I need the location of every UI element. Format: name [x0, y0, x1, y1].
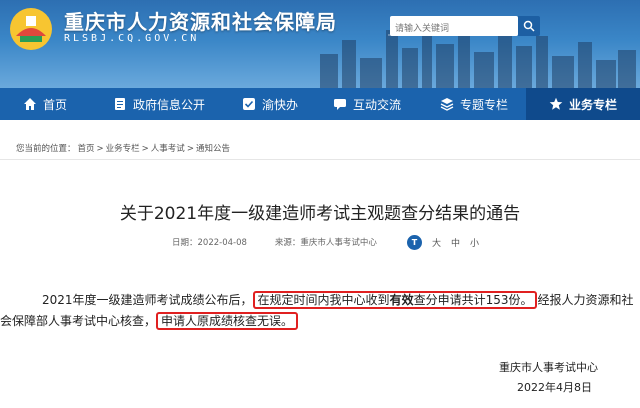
breadcrumb-separator: >	[141, 144, 149, 154]
breadcrumb-link-notices[interactable]: 通知公告	[196, 144, 230, 154]
article-date: 日期：2022-04-08	[172, 238, 247, 248]
breadcrumb-link-business[interactable]: 业务专栏	[106, 144, 140, 154]
highlight-text: 查分申请共计153份。	[413, 293, 533, 307]
nav-item-interaction[interactable]: 互动交流	[312, 88, 422, 120]
highlight-box: 申请人原成绩核查无误。	[156, 312, 299, 330]
breadcrumb-link-home[interactable]: 首页	[78, 144, 95, 154]
font-size-icon: T	[407, 235, 422, 250]
nav-label-interaction: 互动交流	[352, 97, 401, 112]
font-size-small-button[interactable]: 小	[470, 236, 479, 249]
article-source: 来源：重庆市人事考试中心	[274, 238, 377, 248]
search-button[interactable]	[518, 16, 540, 36]
nav-item-topics[interactable]: 专题专栏	[422, 88, 526, 120]
breadcrumb-link-exams[interactable]: 人事考试	[151, 144, 185, 154]
highlight-text: 申请人原成绩核查无误。	[161, 314, 294, 328]
chat-icon	[333, 99, 346, 110]
search-input[interactable]	[390, 19, 518, 39]
breadcrumb: 您当前的位置： 首页 > 业务专栏 > 人事考试 > 通知公告	[16, 142, 232, 154]
layers-icon	[440, 98, 454, 111]
nav-label-yukuaiban: 渝快办	[261, 97, 298, 112]
highlight-box: 在规定时间内我中心收到有效查分申请共计153份。	[252, 291, 538, 309]
site-domain: RLSBJ.CQ.GOV.CN	[64, 33, 200, 44]
document-icon	[114, 98, 125, 110]
home-icon	[23, 98, 36, 110]
logo-icon	[10, 8, 52, 50]
star-icon	[549, 97, 563, 110]
nav-item-gov-info[interactable]: 政府信息公开	[90, 88, 228, 120]
nav-item-yukuaiban[interactable]: 渝快办	[228, 88, 312, 120]
breadcrumb-separator: >	[96, 144, 104, 154]
nav-label-topics: 专题专栏	[459, 97, 508, 112]
article-paragraph-line-1: 2021年度一级建造师考试成绩公布后， 在规定时间内我中心收到有效查分申请共计15…	[42, 290, 634, 311]
nav-item-business[interactable]: 业务专栏	[526, 88, 640, 120]
city-skyline-image	[320, 22, 636, 88]
article-title: 关于2021年度一级建造师考试主观题查分结果的通告	[119, 204, 521, 224]
paragraph-text: 经报人力资源和社	[537, 293, 634, 307]
check-icon	[242, 98, 255, 110]
article-paragraph-line-2: 会保障部人事考试中心核查， 申请人原成绩核查无误。	[0, 311, 622, 332]
nav-label-business: 业务专栏	[568, 97, 617, 112]
paragraph-text: 2021年度一级建造师考试成绩公布后，	[42, 293, 253, 307]
divider	[0, 159, 640, 160]
article-meta: 日期：2022-04-08 来源：重庆市人事考试中心	[172, 236, 377, 248]
search-box	[390, 16, 518, 39]
paragraph-text: 会保障部人事考试中心核查，	[0, 314, 157, 328]
nav-item-home[interactable]: 首页	[0, 88, 90, 120]
article-body: 2021年度一级建造师考试成绩公布后， 在规定时间内我中心收到有效查分申请共计15…	[0, 290, 634, 332]
signature-org: 重庆市人事考试中心	[499, 361, 598, 374]
site-title[interactable]: 重庆市人力资源和社会保障局	[64, 6, 337, 35]
highlight-text: 在规定时间内我中心收到	[257, 293, 390, 307]
font-size-medium-button[interactable]: 中	[451, 236, 460, 249]
highlight-bold-text: 有效	[389, 293, 414, 307]
signature-date: 2022年4月8日	[517, 381, 592, 394]
search-icon	[523, 20, 535, 32]
breadcrumb-separator: >	[186, 144, 194, 154]
breadcrumb-prefix: 您当前的位置：	[16, 144, 76, 154]
font-size-switcher: T 大 中 小	[407, 235, 479, 250]
nav-label-home: 首页	[42, 97, 67, 112]
font-size-large-button[interactable]: 大	[432, 236, 441, 249]
nav-label-gov-info: 政府信息公开	[132, 97, 205, 112]
main-nav: 首页 政府信息公开 渝快办 互动交流 专题专栏 业务专栏	[0, 88, 640, 120]
site-header: 重庆市人力资源和社会保障局 RLSBJ.CQ.GOV.CN	[0, 0, 640, 88]
